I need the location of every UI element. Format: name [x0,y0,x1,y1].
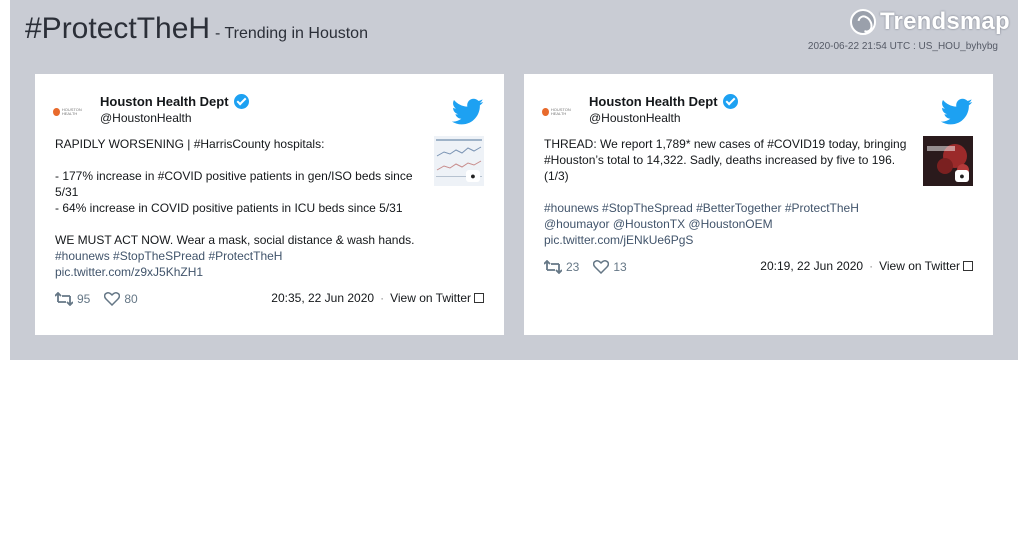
tweet-line: THREAD: We report 1,789* new cases of #C… [544,137,907,151]
tweet-line: WE MUST ACT NOW. Wear a mask, social dis… [55,233,415,247]
media-thumbnail[interactable]: ● [434,136,484,186]
retweet-count: 23 [566,260,580,274]
tweet-line: - 177% increase in #COVID positive patie… [55,169,413,183]
author-name[interactable]: Houston Health Dept [100,94,249,109]
hashtag-line[interactable]: #hounews #StopTheSPread #ProtectTheH [55,248,425,264]
tweet-timestamp[interactable]: 20:19, 22 Jun 2020 [760,259,863,273]
like-icon [104,292,121,306]
tweet-line: #Houston’s total to 14,322. Sadly, death… [544,153,896,167]
external-link-icon [963,261,973,271]
separator: · [869,259,874,273]
like-icon [593,260,610,274]
tweet-timestamp[interactable]: 20:35, 22 Jun 2020 [271,291,374,305]
tweet-line: RAPIDLY WORSENING | #HarrisCounty hospit… [55,137,325,151]
media-link[interactable]: pic.twitter.com/z9xJ5KhZH1 [55,264,425,280]
view-on-twitter-link[interactable]: View on Twitter [390,291,471,305]
verified-icon [722,94,738,109]
avatar[interactable]: HOUSTON HEALTH [542,102,582,122]
like-button[interactable]: 13 [593,260,627,274]
tweet-card: HOUSTON HEALTH Houston Health Dept @Hous… [35,74,504,335]
external-link-icon [474,293,484,303]
tweet-text: THREAD: We report 1,789* new cases of #C… [544,136,914,248]
author-handle[interactable]: @HoustonHealth [100,111,192,125]
author-name[interactable]: Houston Health Dept [589,94,738,109]
tweet-footer: 20:35, 22 Jun 2020 · View on Twitter [271,291,484,305]
retweet-button[interactable]: 95 [55,292,90,306]
tweet-line: 5/31 [55,185,79,199]
tweet-line [544,184,914,200]
mentions-line[interactable]: @houmayor @HoustonTX @HoustonOEM [544,216,914,232]
page-title: #ProtectTheH [25,12,211,45]
retweet-icon [544,260,562,274]
hashtag-line[interactable]: #hounews #StopTheSpread #BetterTogether … [544,200,914,216]
retweet-button[interactable]: 23 [544,260,579,274]
tweet-line: (1/3) [544,169,569,183]
media-thumbnail[interactable]: ● [923,136,973,186]
avatar[interactable]: HOUSTON HEALTH [53,102,93,122]
author-name-text: Houston Health Dept [100,94,229,109]
timestamp-meta: 2020-06-22 21:54 UTC : US_HOU_byhybg [807,41,998,52]
author-handle[interactable]: @HoustonHealth [589,111,681,125]
tweet-card: HOUSTON HEALTH Houston Health Dept @Hous… [524,74,993,335]
twitter-bird-icon[interactable] [941,98,973,126]
retweet-icon [55,292,73,306]
logo-dot-icon [542,108,549,116]
tweet-line [55,152,425,168]
tweet-text: RAPIDLY WORSENING | #HarrisCounty hospit… [55,136,425,280]
logo-text: Trendsmap [880,8,1010,35]
tweet-actions: 23 13 [544,260,641,274]
tweet-line [55,216,425,232]
logo-dot-icon [53,108,60,116]
page-subtitle: - Trending in Houston [215,25,368,42]
like-button[interactable]: 80 [104,292,138,306]
trendsmap-logo[interactable]: Trendsmap [850,6,1010,38]
author-name-text: Houston Health Dept [589,94,718,109]
tweet-actions: 95 80 [55,292,152,306]
verified-icon [233,94,249,109]
twitter-bird-icon[interactable] [452,98,484,126]
like-count: 80 [124,292,138,306]
view-on-twitter-link[interactable]: View on Twitter [879,259,960,273]
globe-icon [850,9,876,35]
media-link[interactable]: pic.twitter.com/jENkUe6PgS [544,232,914,248]
like-count: 13 [613,260,627,274]
avatar-logo-text: HOUSTON HEALTH [61,107,82,116]
tweet-footer: 20:19, 22 Jun 2020 · View on Twitter [760,259,973,273]
camera-icon: ● [955,170,969,182]
retweet-count: 95 [77,292,91,306]
tweet-line: - 64% increase in COVID positive patient… [55,201,403,215]
separator: · [380,291,385,305]
avatar-logo-text: HOUSTON HEALTH [550,107,571,116]
camera-icon: ● [466,170,480,182]
